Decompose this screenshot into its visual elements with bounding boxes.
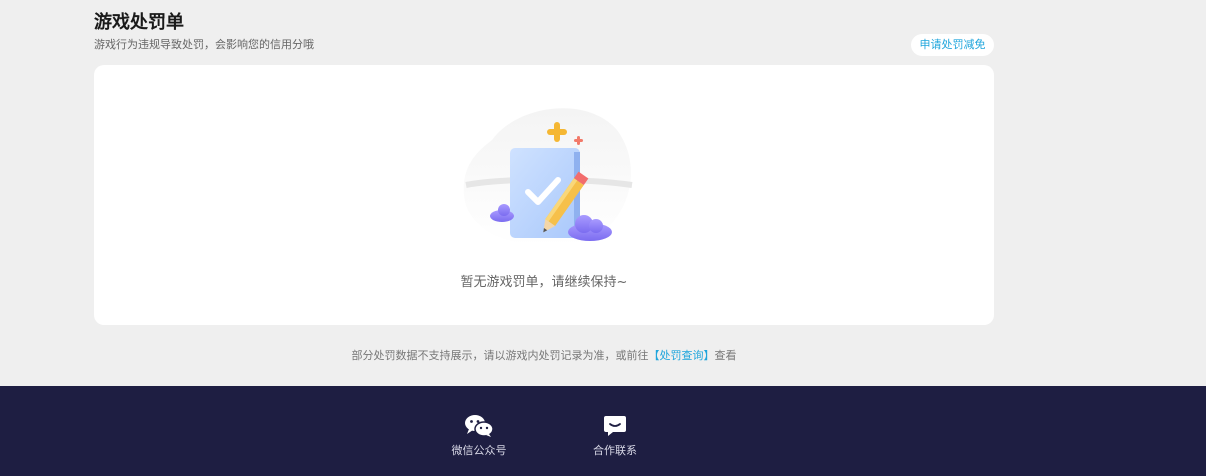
main-area: 游戏处罚单 游戏行为违规导致处罚，会影响您的信用分哦 申请处罚减免 暂无游戏罚单… [0, 0, 1206, 386]
footer-wechat-label: 微信公众号 [451, 444, 507, 457]
footer-wechat-official-account[interactable]: 微信公众号 [429, 414, 529, 458]
empty-clipboard-illustration [463, 108, 633, 247]
footer-cooperation-label: 合作联系 [593, 444, 637, 457]
notice-suffix: 查看 [714, 349, 737, 362]
page-title: 游戏处罚单 [94, 12, 184, 33]
apply-penalty-reduction-button[interactable]: 申请处罚减免 [911, 34, 994, 56]
data-notice: 部分处罚数据不支持展示，请以游戏内处罚记录为准，或前往【处罚查询】查看 [0, 348, 1088, 364]
notice-text: 部分处罚数据不支持展示，请以游戏内处罚记录为准，或前往 [351, 349, 649, 362]
footer-cooperation-contact[interactable]: 合作联系 [565, 414, 665, 458]
empty-state-message: 暂无游戏罚单，请继续保持~ [460, 275, 628, 290]
chat-bubble-icon [604, 416, 626, 436]
penalty-query-link[interactable]: 【处罚查询】 [649, 349, 715, 362]
wechat-icon [465, 415, 494, 437]
page-subtitle: 游戏行为违规导致处罚，会影响您的信用分哦 [94, 38, 314, 51]
footer: 微信公众号 合作联系 [0, 386, 1206, 476]
